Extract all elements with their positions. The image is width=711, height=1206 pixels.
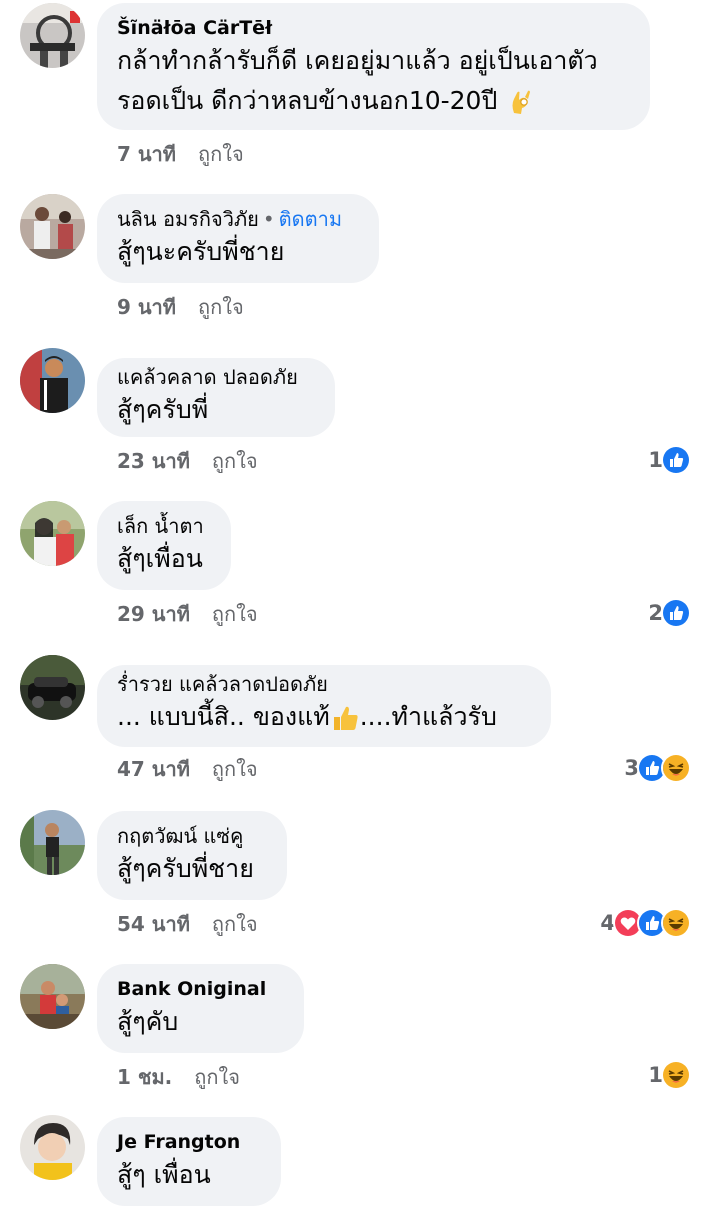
comment-time[interactable]: 29 นาที [117, 602, 190, 626]
reactions-summary[interactable]: 1 [648, 445, 691, 475]
comment-bubble: Bank Oniginal สู้ๆคับ [97, 964, 304, 1053]
comment-bubble: Šĩnäłōa CärTēł กล้าทำกล้ารับก็ดี เคยอยู่… [97, 3, 650, 130]
comment-bubble: กฤตวัฒน์ แซ่คู สู้ๆครับพี่ชาย [97, 811, 287, 900]
avatar[interactable] [20, 810, 85, 875]
comment-text: รอดเป็น ดีกว่าหลบข้างนอก10-20ปี [117, 81, 630, 121]
comment-time[interactable]: 9 นาที [117, 295, 176, 319]
like-reaction-icon [661, 445, 691, 475]
comment-text: สู้ๆครับพี่ชาย [117, 854, 254, 883]
reactions-summary[interactable]: 4 [600, 908, 691, 938]
comment-author[interactable]: ร่ำรวย แคล้วลาดปอดภัย [117, 671, 531, 697]
comment-meta: 7 นาที ถูกใจ [117, 140, 244, 168]
comment-meta: 9 นาที ถูกใจ [117, 293, 244, 321]
comment-meta: 47 นาที ถูกใจ [117, 755, 258, 783]
comment-text: ... แบบนี้สิ.. ของแท้ ....ทำแล้วรับ [117, 702, 497, 733]
comment-author[interactable]: แคล้วคลาด ปลอดภัย [117, 364, 315, 390]
comment-bubble: ร่ำรวย แคล้วลาดปอดภัย ... แบบนี้สิ.. ของ… [97, 665, 551, 747]
thumbs-up-icon [330, 703, 360, 733]
haha-reaction-icon [661, 908, 691, 938]
comment-bubble: เล็ก น้ำตา สู้ๆเพื่อน [97, 501, 231, 590]
avatar[interactable] [20, 655, 85, 720]
comment-text: สู้ๆครับพี่ [117, 395, 209, 424]
like-button[interactable]: ถูกใจ [212, 449, 258, 473]
avatar[interactable] [20, 964, 85, 1029]
comment-text: สู้ๆคับ [117, 1007, 179, 1036]
avatar[interactable] [20, 1115, 85, 1180]
haha-reaction-icon [661, 1060, 691, 1090]
comment-bubble: Je Frangton สู้ๆ เพื่อน [97, 1117, 281, 1206]
avatar[interactable] [20, 501, 85, 566]
comment-text: สู้ๆ เพื่อน [117, 1160, 211, 1189]
comment-author[interactable]: เล็ก น้ำตา [117, 513, 211, 539]
haha-reaction-icon [661, 753, 691, 783]
comment-time[interactable]: 1 ชม. [117, 1065, 172, 1089]
reactions-summary[interactable]: 2 [648, 598, 691, 628]
follow-button[interactable]: ติดตาม [279, 207, 342, 231]
comment-text: กล้าทำกล้ารับก็ดี เคยอยู่มาแล้ว อยู่เป็น… [117, 46, 598, 75]
separator-dot: • [262, 207, 275, 231]
comment-bubble: แคล้วคลาด ปลอดภัย สู้ๆครับพี่ [97, 358, 335, 437]
comment-text: สู้ๆเพื่อน [117, 544, 203, 573]
avatar[interactable] [20, 194, 85, 259]
comment-bubble: นลิน อมรกิจวิภัย • ติดตาม สู้ๆนะครับพี่ชาย [97, 194, 379, 283]
comment-author-name[interactable]: นลิน อมรกิจวิภัย [117, 207, 259, 231]
comment-author[interactable]: Je Frangton [117, 1129, 261, 1155]
like-button[interactable]: ถูกใจ [212, 912, 258, 936]
like-button[interactable]: ถูกใจ [198, 295, 244, 319]
comment-meta: 23 นาที ถูกใจ [117, 447, 258, 475]
comment-time[interactable]: 23 นาที [117, 449, 190, 473]
like-button[interactable]: ถูกใจ [194, 1065, 240, 1089]
comment-time[interactable]: 47 นาที [117, 757, 190, 781]
reactions-summary[interactable]: 1 [648, 1060, 691, 1090]
like-button[interactable]: ถูกใจ [212, 757, 258, 781]
comment-author[interactable]: Šĩnäłōa CärTēł [117, 15, 630, 41]
avatar[interactable] [20, 3, 85, 68]
like-button[interactable]: ถูกใจ [212, 602, 258, 626]
comment-meta: 1 ชม. ถูกใจ [117, 1063, 240, 1091]
comment-author[interactable]: Bank Oniginal [117, 976, 284, 1002]
ok-hand-icon [505, 87, 535, 117]
comment-author[interactable]: กฤตวัฒน์ แซ่คู [117, 823, 267, 849]
comment-meta: 29 นาที ถูกใจ [117, 600, 258, 628]
comment-time[interactable]: 54 นาที [117, 912, 190, 936]
like-reaction-icon [661, 598, 691, 628]
avatar[interactable] [20, 348, 85, 413]
comment-time[interactable]: 7 นาที [117, 142, 176, 166]
comment-author: นลิน อมรกิจวิภัย • ติดตาม [117, 206, 359, 232]
comment-text: สู้ๆนะครับพี่ชาย [117, 237, 285, 266]
comment-meta: 54 นาที ถูกใจ [117, 910, 258, 938]
like-button[interactable]: ถูกใจ [198, 142, 244, 166]
reactions-summary[interactable]: 3 [624, 753, 691, 783]
